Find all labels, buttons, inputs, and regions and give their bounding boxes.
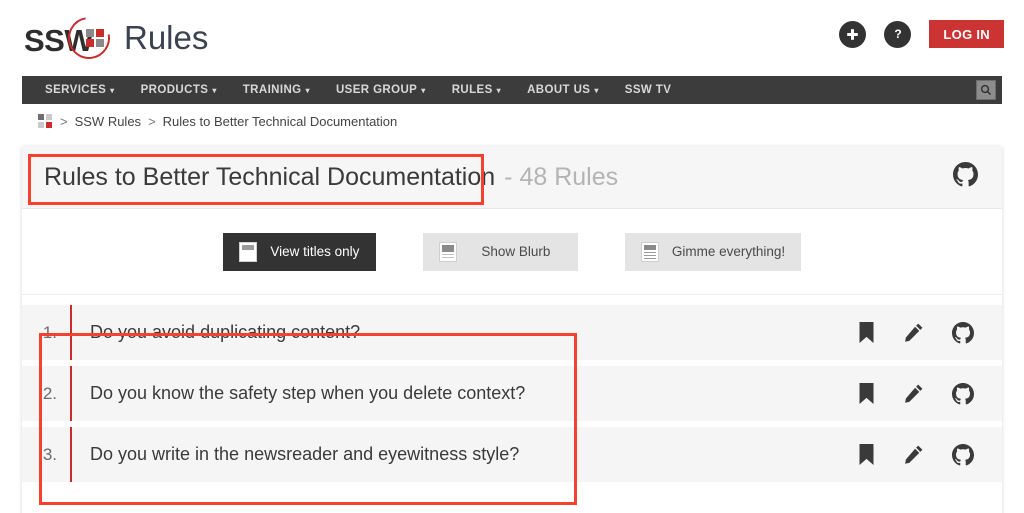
- toggle-view-titles-only[interactable]: View titles only: [222, 232, 376, 271]
- toggle-show-blurb[interactable]: Show Blurb: [422, 232, 578, 271]
- breadcrumb: > SSW Rules > Rules to Better Technical …: [38, 114, 397, 129]
- rule-number: 3.: [42, 444, 57, 464]
- pencil-edit-icon[interactable]: [903, 322, 924, 343]
- bookmark-icon[interactable]: [858, 444, 875, 465]
- github-icon[interactable]: [952, 443, 974, 466]
- nav-items: SERVICES ▾ PRODUCTS ▾ TRAINING ▾ USER GR…: [22, 76, 684, 104]
- view-mode-toggles: View titles only Show Blurb Gimme everyt…: [22, 209, 1002, 295]
- question-mark-icon[interactable]: ?: [884, 20, 912, 48]
- row-actions: [858, 321, 974, 344]
- rule-count-label: - 48 Rules: [504, 162, 619, 191]
- rule-title-link[interactable]: Do you write in the newsreader and eyewi…: [72, 444, 519, 465]
- bookmark-icon[interactable]: [858, 383, 875, 404]
- toggle-label: View titles only: [270, 244, 360, 259]
- row-actions: [858, 382, 974, 405]
- chevron-down-icon: ▾: [594, 86, 599, 95]
- nav-label: PRODUCTS: [140, 84, 209, 96]
- nav-label: USER GROUP: [335, 84, 418, 96]
- page-title: Rules to Better Technical Documentation: [44, 162, 496, 191]
- nav-label: TRAINING: [242, 84, 302, 96]
- toggle-gimme-everything[interactable]: Gimme everything!: [624, 232, 802, 271]
- main-navigation: SERVICES ▾ PRODUCTS ▾ TRAINING ▾ USER GR…: [22, 76, 1002, 104]
- bookmark-icon[interactable]: [858, 322, 875, 343]
- ssw-squares-icon[interactable]: [38, 114, 53, 129]
- logo-rules-text: Rules: [124, 19, 209, 56]
- rule-title-link[interactable]: Do you avoid duplicating content?: [72, 322, 360, 343]
- github-icon[interactable]: [952, 321, 974, 344]
- breadcrumb-separator: >: [60, 114, 68, 129]
- svg-text:?: ?: [894, 27, 901, 41]
- ssw-logo-mark: SSW: [24, 8, 119, 68]
- chevron-down-icon: ▾: [305, 86, 310, 95]
- breadcrumb-current: Rules to Better Technical Documentation: [162, 114, 398, 129]
- nav-item-about-us[interactable]: ABOUT US ▾: [514, 76, 612, 104]
- pencil-edit-icon[interactable]: [903, 444, 924, 465]
- nav-label: SERVICES: [45, 84, 107, 96]
- toggle-label: Show Blurb: [481, 244, 551, 259]
- table-row[interactable]: 3. Do you write in the newsreader and ey…: [22, 427, 1002, 482]
- nav-item-services[interactable]: SERVICES ▾: [32, 76, 128, 104]
- table-row[interactable]: 1. Do you avoid duplicating content?: [22, 305, 1002, 360]
- nav-item-user-group[interactable]: USER GROUP ▾: [323, 76, 439, 104]
- nav-item-training[interactable]: TRAINING ▾: [230, 76, 323, 104]
- chevron-down-icon: ▾: [421, 86, 426, 95]
- header-actions: ? LOG IN: [839, 20, 1004, 48]
- chevron-down-icon: ▾: [110, 86, 115, 95]
- table-row[interactable]: 2. Do you know the safety step when you …: [22, 366, 1002, 421]
- document-blurb-icon: [438, 241, 457, 262]
- page-root: SSW Rules ? LOG IN SERVICES ▾ PRODUCTS ▾…: [0, 0, 1024, 513]
- toggle-label: Gimme everything!: [671, 244, 786, 259]
- search-icon[interactable]: [976, 80, 996, 100]
- github-icon[interactable]: [953, 162, 978, 192]
- rule-title-link[interactable]: Do you know the safety step when you del…: [72, 383, 525, 404]
- nav-item-products[interactable]: PRODUCTS ▾: [128, 76, 230, 104]
- chevron-down-icon: ▾: [212, 86, 217, 95]
- rule-number: 2.: [42, 383, 57, 403]
- chevron-down-icon: ▾: [496, 86, 502, 95]
- site-logo[interactable]: SSW Rules: [24, 8, 209, 68]
- document-full-icon: [640, 241, 659, 262]
- card-header: Rules to Better Technical Documentation …: [22, 146, 1002, 209]
- site-header: SSW Rules ? LOG IN: [0, 0, 1024, 76]
- nav-item-rules[interactable]: RULES ▾: [439, 76, 514, 104]
- nav-item-ssw-tv[interactable]: SSW TV: [612, 76, 685, 104]
- rule-number: 1.: [42, 322, 57, 342]
- nav-label: RULES: [451, 84, 493, 96]
- nav-label: ABOUT US: [527, 84, 591, 96]
- rules-card: Rules to Better Technical Documentation …: [22, 146, 1002, 513]
- login-button[interactable]: LOG IN: [929, 20, 1004, 48]
- breadcrumb-separator: >: [148, 114, 156, 129]
- github-icon[interactable]: [952, 382, 974, 405]
- logo-squares-icon: [86, 29, 105, 48]
- plus-icon[interactable]: [839, 20, 867, 48]
- rules-list: 1. Do you avoid duplicating content? 2. …: [22, 295, 1002, 482]
- breadcrumb-item-ssw-rules[interactable]: SSW Rules: [75, 114, 141, 129]
- row-actions: [858, 443, 974, 466]
- nav-label: SSW TV: [624, 84, 672, 96]
- document-title-icon: [238, 241, 257, 262]
- pencil-edit-icon[interactable]: [903, 383, 924, 404]
